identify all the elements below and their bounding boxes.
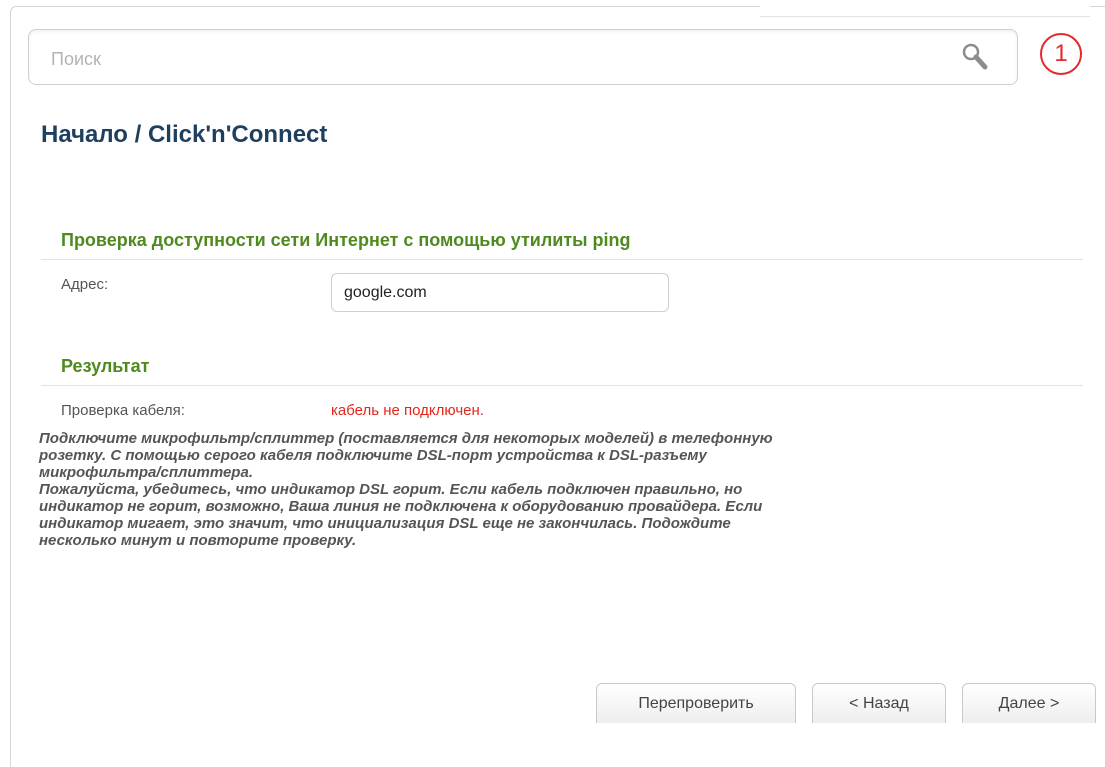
- search-input[interactable]: [49, 44, 953, 74]
- page-title: Начало / Click'n'Connect: [41, 121, 328, 148]
- result-section-title: Результат: [61, 356, 150, 376]
- address-label: Адрес:: [61, 276, 109, 293]
- address-input[interactable]: [331, 273, 669, 312]
- ping-section-header: Проверка доступности сети Интернет с пом…: [41, 229, 1083, 260]
- search-icon[interactable]: [959, 41, 991, 73]
- result-section-header: Результат: [41, 355, 1083, 386]
- connection-hint: Подключите микрофильтр/сплиттер (поставл…: [39, 430, 773, 549]
- cable-check-label: Проверка кабеля:: [61, 402, 185, 419]
- recheck-button[interactable]: Перепроверить: [596, 683, 796, 723]
- notification-count: 1: [1054, 40, 1068, 67]
- next-button[interactable]: Далее >: [962, 683, 1096, 723]
- cable-status: кабель не подключен.: [331, 402, 484, 419]
- notification-badge[interactable]: 1: [1040, 33, 1082, 75]
- back-button[interactable]: < Назад: [812, 683, 946, 723]
- ping-section-title: Проверка доступности сети Интернет с пом…: [61, 230, 631, 250]
- search-box[interactable]: [28, 29, 1018, 85]
- top-notch: [760, 0, 1090, 17]
